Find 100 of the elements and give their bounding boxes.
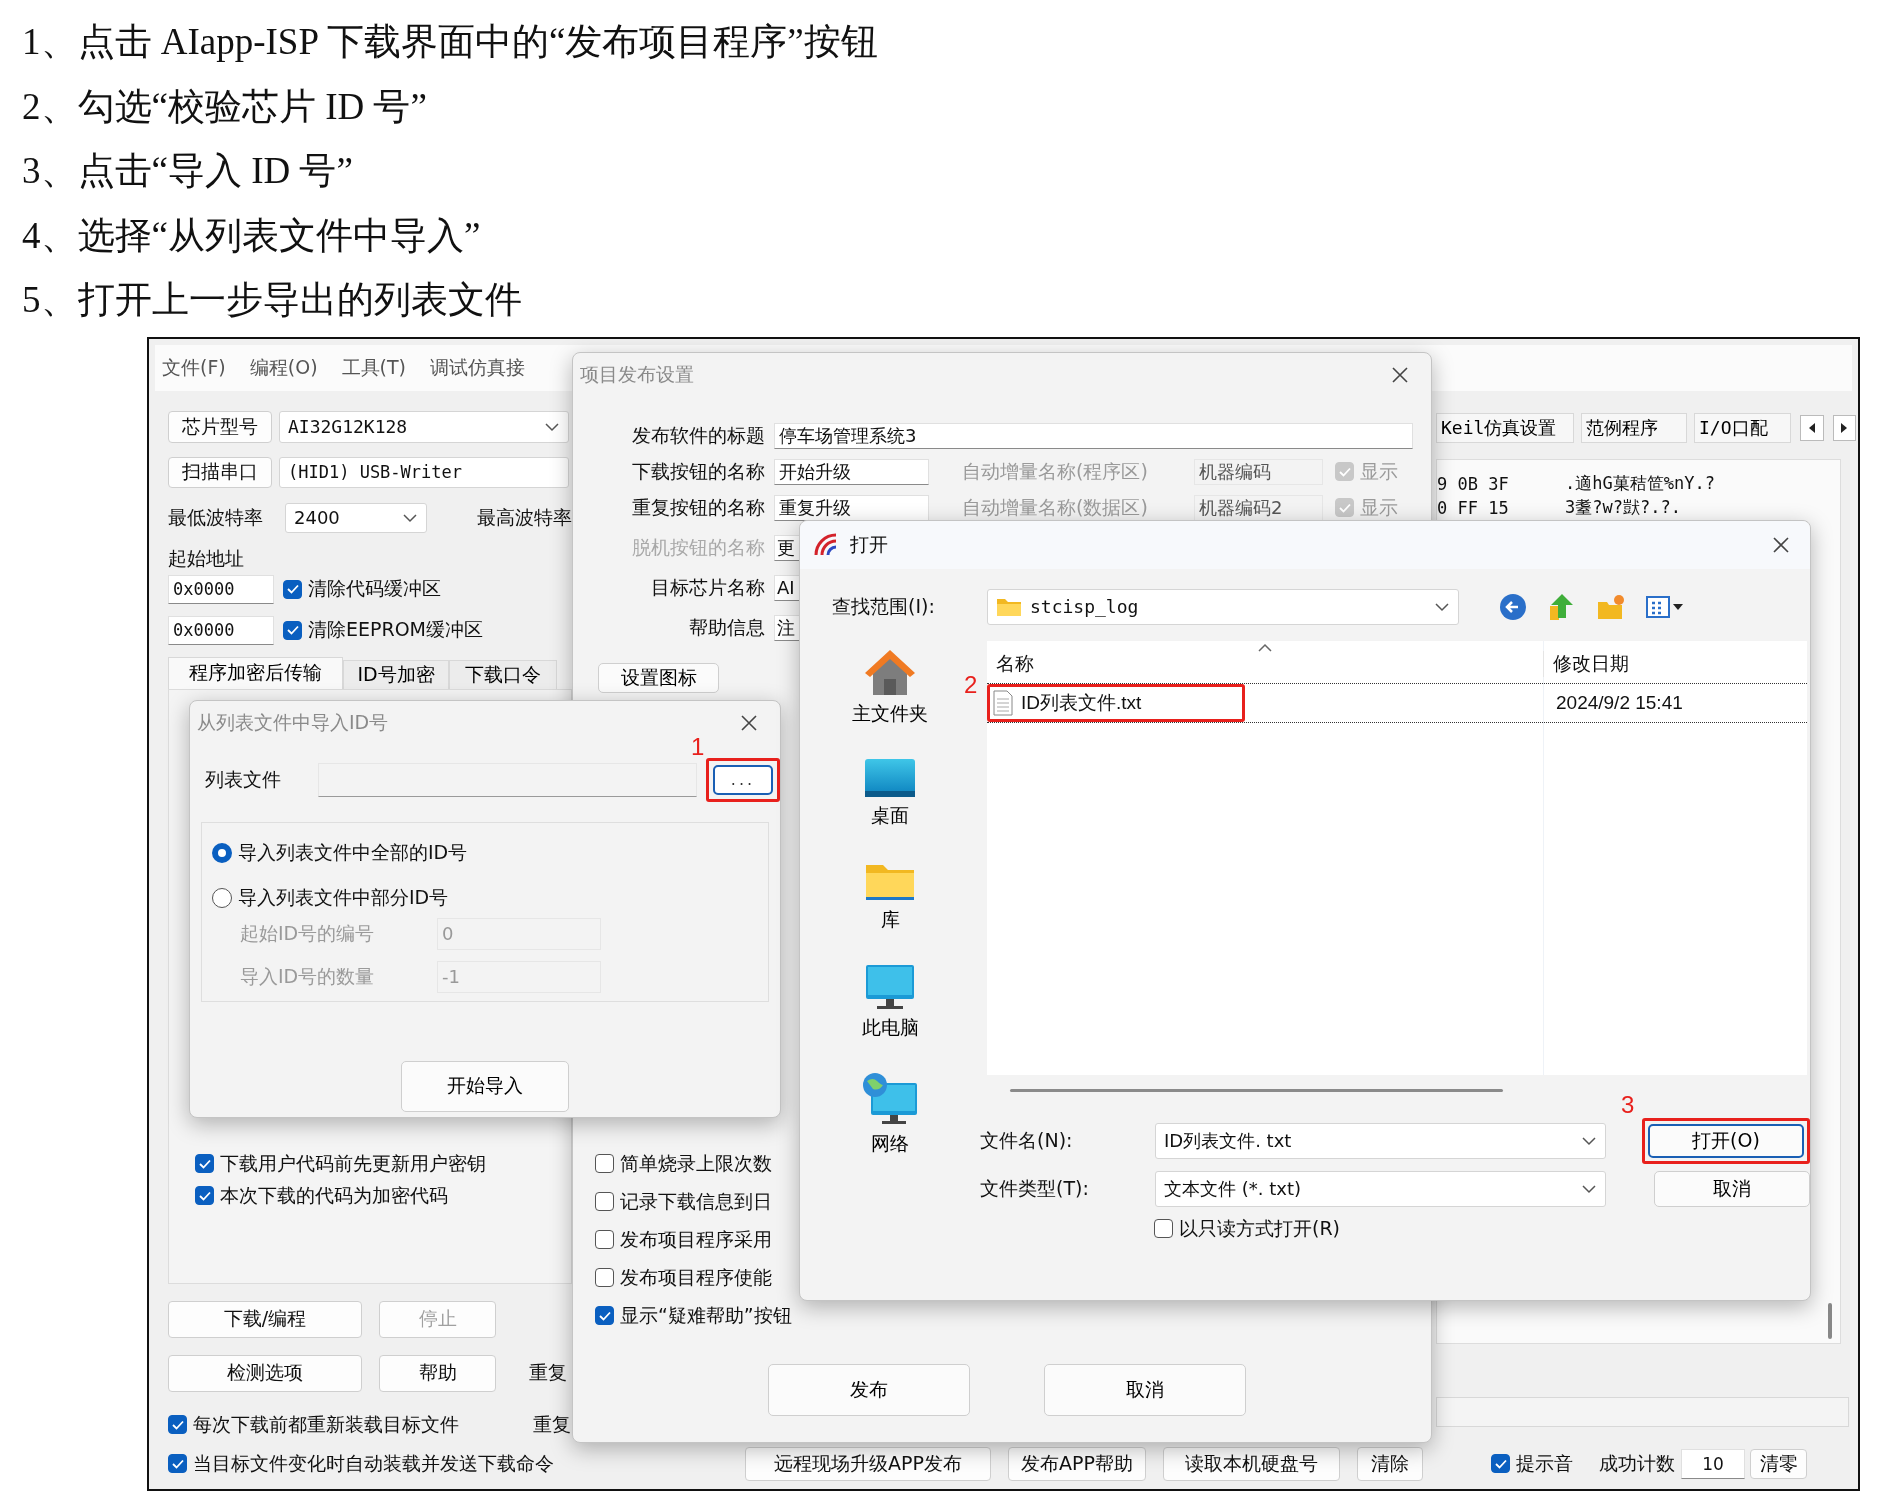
folder-dropdown[interactable]: stcisp_log	[987, 588, 1459, 625]
action-button[interactable]: 下载/编程	[168, 1300, 362, 1338]
checkbox[interactable]	[195, 1186, 214, 1205]
tab[interactable]: ID号加密	[343, 659, 449, 689]
action-button[interactable]: 帮助	[379, 1354, 496, 1392]
text-field[interactable]: 机器编码2	[1194, 494, 1323, 521]
checkbox[interactable]	[195, 1154, 214, 1173]
scrollbar-thumb[interactable]	[1828, 1302, 1832, 1339]
places-item[interactable]: 桌面	[863, 756, 917, 829]
ascii-text: 3耋?w?獃?.?.	[1565, 496, 1681, 519]
cancel-button[interactable]: 取消	[1654, 1170, 1810, 1207]
places-item[interactable]: 库	[863, 858, 917, 933]
chevron-down-icon	[1434, 601, 1450, 612]
checkbox-label: 每次下载前都重新装载目标文件	[193, 1411, 459, 1437]
chevron-down-icon	[1581, 1135, 1597, 1146]
count-field[interactable]: 10	[1681, 1448, 1745, 1479]
checkbox[interactable]	[283, 620, 302, 640]
field-label: 成功计数	[1599, 1450, 1675, 1476]
checkbox-label: 记录下载信息到日	[620, 1188, 772, 1214]
checkbox[interactable]	[168, 1454, 187, 1473]
file-type-dropdown[interactable]: 文本文件 (*. txt)	[1155, 1170, 1606, 1207]
menu-item[interactable]: 编程(O)	[249, 354, 318, 381]
places-item[interactable]: 主文件夹	[852, 646, 928, 727]
file-name-field[interactable]: ID列表文件. txt	[1155, 1122, 1606, 1159]
chevron-down-icon	[1581, 1183, 1597, 1194]
tool-button[interactable]: 清除	[1357, 1446, 1423, 1481]
chip-model-dropdown[interactable]: AI32G12K128	[279, 410, 569, 443]
radio-button[interactable]	[212, 887, 232, 908]
checkmark-icon	[171, 1419, 184, 1430]
checkbox[interactable]	[595, 1306, 614, 1325]
instruction-text: 5、打开上一步导出的列表文件	[22, 278, 523, 322]
text-field[interactable]: 重复升级	[774, 494, 929, 521]
place-label: 网络	[871, 1130, 909, 1156]
checkmark-icon	[286, 625, 299, 635]
checkbox[interactable]	[595, 1268, 614, 1287]
triangle-right-icon	[1840, 422, 1849, 433]
checkbox[interactable]	[283, 579, 302, 599]
places-item[interactable]: 网络	[861, 1070, 919, 1157]
text-field[interactable]: AI	[774, 574, 800, 601]
reset-button[interactable]: 清零	[1750, 1448, 1807, 1479]
text-field[interactable]: 停车场管理系统3	[774, 422, 1413, 449]
dialog-button[interactable]: 取消	[1044, 1363, 1246, 1416]
column-header[interactable]: 修改日期	[1543, 650, 1807, 677]
checkbox[interactable]	[595, 1192, 614, 1211]
back-icon[interactable]	[1498, 591, 1528, 622]
tool-button[interactable]: 远程现场升级APP发布	[745, 1446, 991, 1481]
checkmark-icon	[286, 584, 299, 594]
field-label: 目标芯片名称	[650, 574, 765, 600]
chip-type-button[interactable]: 芯片型号	[168, 410, 272, 443]
dialog-title: 从列表文件中导入ID号	[197, 709, 389, 735]
checkbox[interactable]	[595, 1230, 614, 1249]
field-label: 列表文件	[205, 766, 282, 792]
field-label: 重复	[533, 1411, 571, 1437]
dialog-button[interactable]: 发布	[768, 1363, 970, 1416]
folder-name: stcisp_log	[1030, 596, 1139, 617]
tool-button[interactable]: 发布APP帮助	[1008, 1446, 1146, 1481]
text-field[interactable]: 机器编码	[1194, 458, 1323, 485]
menu-item[interactable]: 工具(T)	[341, 354, 406, 381]
scroll-right-button[interactable]	[1832, 414, 1856, 441]
checkbox[interactable]	[1154, 1219, 1173, 1238]
tab[interactable]: 程序加密后传输	[168, 656, 343, 689]
browse-button[interactable]: ...	[713, 764, 773, 795]
field-label: 发布软件的标题	[631, 422, 765, 448]
tab[interactable]: 下载口令	[449, 659, 557, 689]
start-import-button[interactable]: 开始导入	[401, 1060, 569, 1112]
field-label: 最低波特率	[168, 504, 264, 530]
menu-item[interactable]: 文件(F)	[162, 354, 226, 381]
checkbox[interactable]	[168, 1415, 187, 1434]
set-icon-button[interactable]: 设置图标	[598, 662, 719, 693]
scan-port-button[interactable]: 扫描串口	[168, 456, 272, 488]
tab[interactable]: I/O口配	[1694, 412, 1792, 443]
places-item[interactable]: 此电脑	[861, 962, 919, 1041]
checkbox[interactable]	[595, 1154, 614, 1173]
ascii-text: .適hG菓秸笸%nY.?	[1565, 472, 1715, 495]
scrollbar[interactable]	[1010, 1088, 1503, 1092]
checkmark-icon	[198, 1190, 211, 1201]
field-label: 脱机按钮的名称	[631, 534, 765, 560]
tool-button[interactable]: 读取本机硬盘号	[1163, 1446, 1340, 1481]
port-dropdown[interactable]: (HID1) USB-Writer	[279, 456, 569, 488]
open-button[interactable]: 打开(O)	[1648, 1123, 1804, 1158]
file-name: ID列表文件.txt	[1021, 690, 1142, 715]
column-header[interactable]: 名称	[987, 650, 1543, 677]
address-field[interactable]: 0x0000	[168, 574, 274, 604]
hex-bytes: 0 FF 15	[1437, 497, 1510, 518]
field-label: 起始ID号的编号	[240, 920, 376, 946]
text-field[interactable]: 开始升级	[774, 458, 929, 485]
text-field[interactable]: 注	[774, 614, 800, 641]
dialog-title: 打开	[850, 531, 888, 557]
place-label: 此电脑	[861, 1014, 919, 1040]
checkbox[interactable]	[1491, 1454, 1510, 1473]
radio-button[interactable]	[212, 842, 232, 863]
checkbox-label: 显示	[1360, 494, 1398, 520]
address-field[interactable]: 0x0000	[168, 615, 274, 645]
baud-rate-dropdown[interactable]: 2400	[285, 502, 427, 533]
action-button[interactable]: 检测选项	[168, 1354, 362, 1392]
tab[interactable]: Keil仿真设置	[1436, 412, 1575, 443]
scroll-left-button[interactable]	[1800, 414, 1824, 441]
menu-item[interactable]: 调试仿真接	[430, 354, 525, 381]
tab[interactable]: 范例程序	[1581, 412, 1688, 443]
file-path-field[interactable]	[318, 762, 697, 797]
